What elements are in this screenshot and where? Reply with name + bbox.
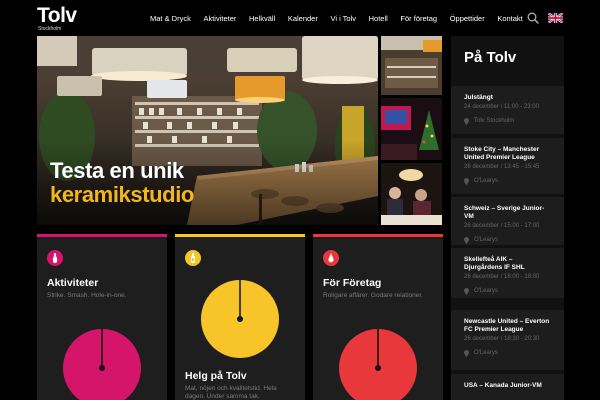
hero-thumbnails <box>381 36 442 225</box>
nav-item-helkvall[interactable]: Helkväll <box>249 14 275 23</box>
event-location-text: O'Learys <box>474 350 498 356</box>
sidebar-title: På Tolv <box>464 49 517 66</box>
location-pin-icon <box>464 236 469 244</box>
event-location: O'Learys <box>464 177 551 185</box>
card-accent-bar <box>175 234 305 237</box>
event-location-text: O'Learys <box>474 178 498 184</box>
event-location: O'Learys <box>464 287 551 295</box>
card-clock-graphic <box>339 329 417 400</box>
location-pin-icon <box>464 287 469 295</box>
event-item[interactable]: USA – Kanada Junior-VM <box>451 374 564 400</box>
event-location-text: O'Learys <box>474 288 498 294</box>
event-location: O'Learys <box>464 236 551 244</box>
event-date: 26 december / 15:00 - 17:00 <box>464 223 540 229</box>
thumbnail-bar[interactable] <box>381 98 442 160</box>
card-description: Roligare affärer. Godare relationer. <box>323 292 423 299</box>
event-date: 26 december / 13:45 - 15:45 <box>464 164 540 170</box>
search-icon[interactable] <box>527 12 539 24</box>
event-item[interactable]: Julstängt 24 december / 11:00 - 23:00 To… <box>451 86 564 134</box>
location-pin-icon <box>464 117 469 125</box>
bowling-pin-icon <box>47 250 63 266</box>
card-description: Strike. Smash. Hole-in-one. <box>47 292 127 299</box>
event-title: Skellefteå AIK – Djurgårdens IF SHL <box>464 256 525 271</box>
event-location: Tolv Stockholm <box>464 117 551 125</box>
location-pin-icon <box>464 349 469 357</box>
hero-headline-line2: keramikstudio <box>50 182 194 207</box>
hero-headline-line1: Testa en unik <box>50 158 184 183</box>
thumbnail-dinner[interactable] <box>381 163 442 225</box>
card-title: Helg på Tolv <box>185 370 247 382</box>
event-title: Newcastle United – Everton FC Premier Le… <box>464 318 550 333</box>
card-title: Aktiviteter <box>47 277 99 289</box>
event-location-text: Tolv Stockholm <box>474 118 515 124</box>
event-location: O'Learys <box>464 349 551 357</box>
nav-item-aktiviteter[interactable]: Aktiviteter <box>203 14 236 23</box>
thumbnail-dinner-photo <box>381 163 442 225</box>
logo-text: Tolv <box>37 4 77 27</box>
event-item[interactable]: Schweiz – Sverige Junior-VM 26 december … <box>451 197 564 245</box>
event-date: 24 december / 11:00 - 23:00 <box>464 104 539 110</box>
tolv-logo[interactable]: Tolv Stockholm <box>37 4 79 32</box>
main-nav: Mat & Dryck Aktiviteter Helkväll Kalende… <box>150 11 523 25</box>
location-pin-icon <box>464 177 469 185</box>
bottle-icon <box>185 250 201 266</box>
hero-headline: Testa en unik keramikstudio <box>50 159 194 207</box>
card-description: Mat, nöjen och kvalitetstid. Hela dagen.… <box>185 385 277 400</box>
uk-flag-icon[interactable] <box>548 13 563 23</box>
nav-item-vi-i-tolv[interactable]: Vi i Tolv <box>330 14 356 23</box>
thumbnail-bar-photo <box>381 98 442 160</box>
card-for-foretag[interactable]: För Företag Roligare affärer. Godare rel… <box>313 234 443 400</box>
thumbnail-ceramics[interactable] <box>381 36 442 95</box>
event-date: 26 december / 16:00 - 18:00 <box>464 274 540 280</box>
card-clock-graphic <box>201 280 279 358</box>
nav-item-for-foretag[interactable]: För företag <box>400 14 437 23</box>
event-item[interactable]: Newcastle United – Everton FC Premier Le… <box>451 310 564 370</box>
nav-item-mat-dryck[interactable]: Mat & Dryck <box>150 14 191 23</box>
event-item[interactable]: Skellefteå AIK – Djurgårdens IF SHL 26 d… <box>451 248 564 298</box>
nav-item-oppettider[interactable]: Öppettider <box>450 14 485 23</box>
events-sidebar: På Tolv Julstängt 24 december / 11:00 - … <box>451 36 564 400</box>
card-aktiviteter[interactable]: Aktiviteter Strike. Smash. Hole-in-one. <box>37 234 167 400</box>
event-item[interactable]: Stoke City – Manchester United Premier L… <box>451 138 564 194</box>
card-helg-pa-tolv[interactable]: Helg på Tolv Mat, nöjen och kvalitetstid… <box>175 234 305 400</box>
event-date: 26 december / 18:30 - 20:30 <box>464 336 540 342</box>
site-header: Tolv Stockholm Mat & Dryck Aktiviteter H… <box>0 0 600 36</box>
nav-item-kalender[interactable]: Kalender <box>288 14 318 23</box>
card-accent-bar <box>37 234 167 237</box>
card-clock-graphic <box>63 329 141 400</box>
event-title: Schweiz – Sverige Junior-VM <box>464 205 545 220</box>
event-title: USA – Kanada Junior-VM <box>464 382 542 389</box>
event-location-text: O'Learys <box>474 237 498 243</box>
hero-banner[interactable]: Testa en unik keramikstudio <box>37 36 378 225</box>
card-title: För Företag <box>323 277 382 289</box>
event-title: Stoke City – Manchester United Premier L… <box>464 146 540 161</box>
card-accent-bar <box>313 234 443 237</box>
nav-item-kontakt[interactable]: Kontakt <box>497 14 522 23</box>
drop-icon <box>323 250 339 266</box>
event-title: Julstängt <box>464 94 493 101</box>
thumbnail-ceramics-photo <box>381 36 442 95</box>
nav-item-hotell[interactable]: Hotell <box>369 14 388 23</box>
